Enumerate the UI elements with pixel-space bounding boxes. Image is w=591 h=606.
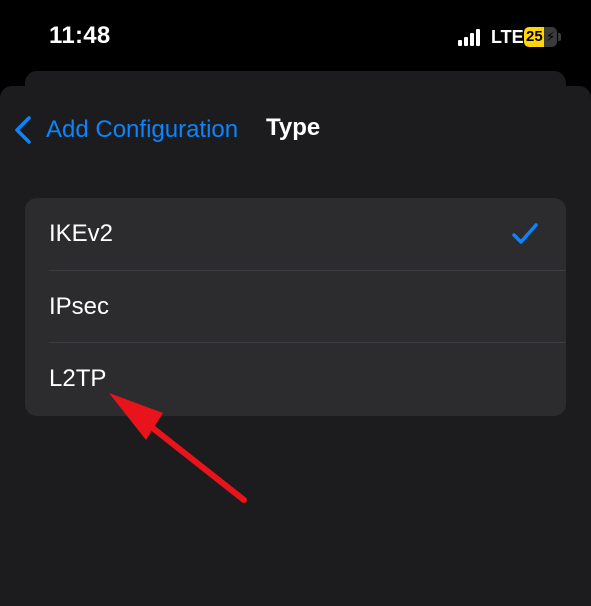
status-bar: 11:48 LTE 25 ⚡ xyxy=(0,0,591,70)
chevron-left-icon xyxy=(15,116,31,144)
type-option-label: IPsec xyxy=(49,292,110,320)
page-title: Type xyxy=(266,114,321,141)
type-option-label: L2TP xyxy=(49,365,107,393)
status-time: 11:48 xyxy=(49,22,111,49)
battery-level: 25 xyxy=(526,28,543,45)
cellular-signal-icon xyxy=(458,28,484,46)
type-option-ikev2[interactable]: IKEv2 xyxy=(25,198,566,271)
type-options-list: IKEv2 IPsec L2TP xyxy=(25,198,566,416)
checkmark-icon xyxy=(512,223,538,244)
carrier-label: LTE xyxy=(491,27,524,47)
back-button[interactable]: Add Configuration xyxy=(12,113,238,147)
type-option-ipsec[interactable]: IPsec xyxy=(25,271,566,343)
battery-icon: 25 ⚡ xyxy=(524,27,562,47)
type-option-l2tp[interactable]: L2TP xyxy=(25,343,566,416)
type-option-label: IKEv2 xyxy=(49,220,114,248)
back-button-label: Add Configuration xyxy=(46,116,239,143)
bolt-icon: ⚡ xyxy=(546,29,556,44)
